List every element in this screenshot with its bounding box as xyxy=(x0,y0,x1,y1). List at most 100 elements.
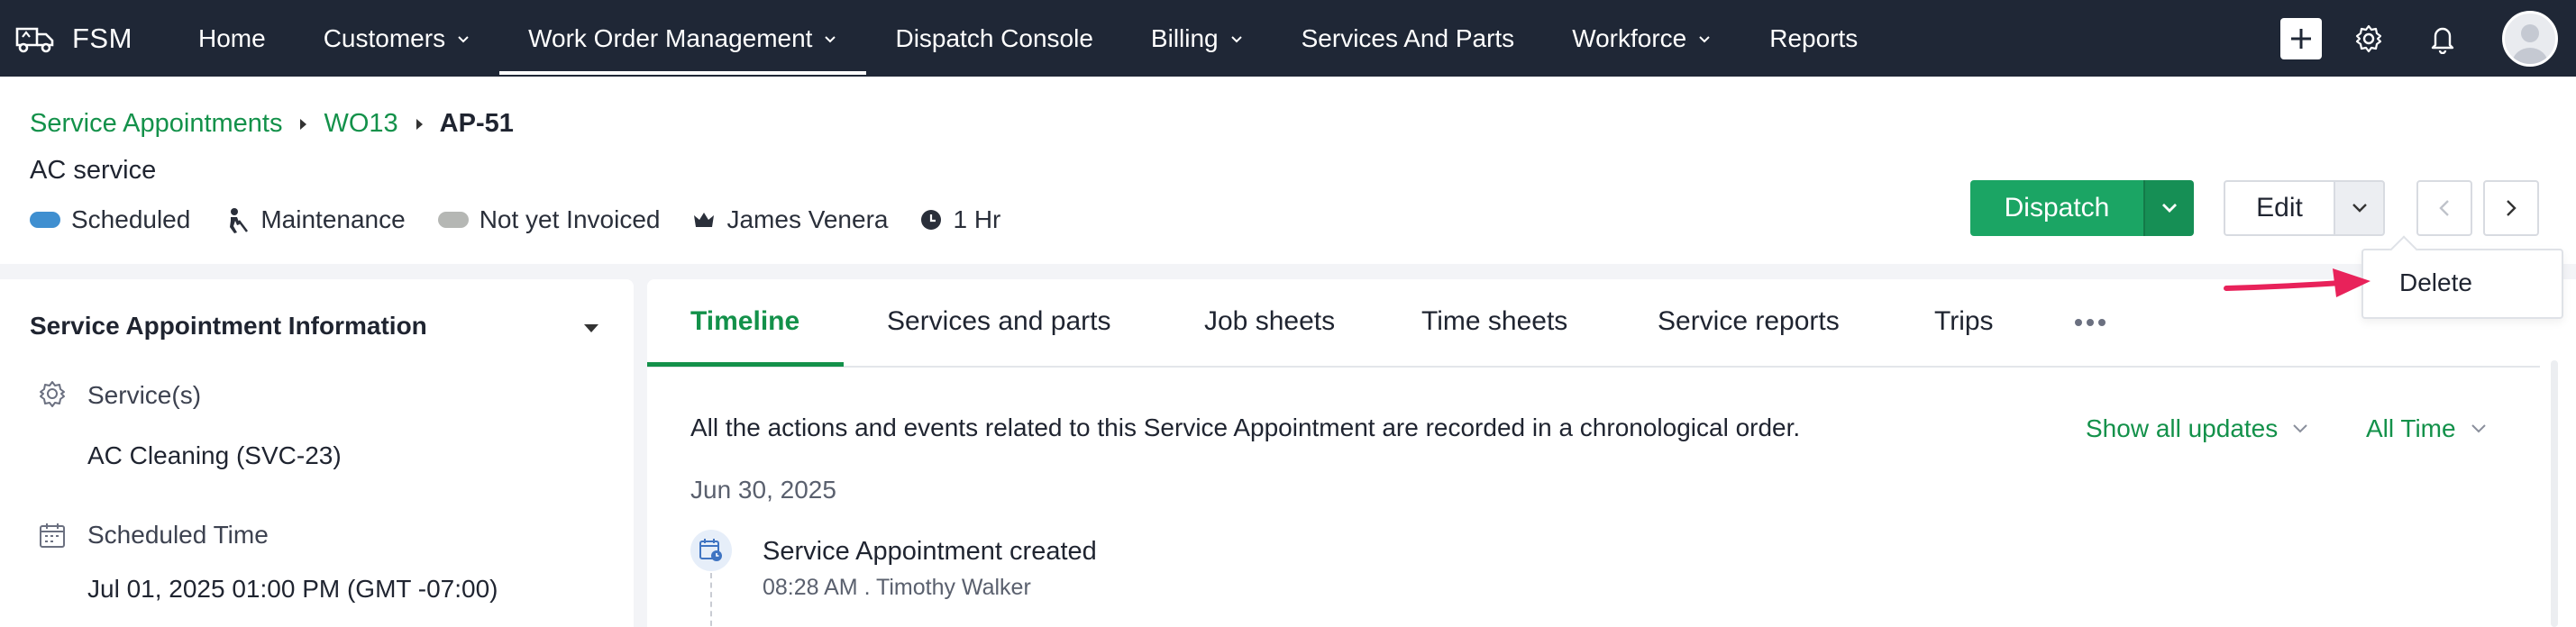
more-tabs-icon[interactable] xyxy=(2075,319,2106,326)
bell-icon xyxy=(2431,27,2454,54)
service-appointment-info-panel: Service Appointment Information Service(… xyxy=(0,279,634,627)
status-label: Scheduled xyxy=(71,205,191,233)
chevron-down-icon xyxy=(2471,424,2486,433)
scheduled-time-field-label: Scheduled Time xyxy=(87,521,269,549)
calendar-icon xyxy=(40,523,65,548)
collapse-caret-icon[interactable] xyxy=(584,324,598,332)
updates-filter-dropdown[interactable]: Show all updates xyxy=(2086,414,2308,443)
chevron-left-icon xyxy=(2439,200,2449,216)
breadcrumb-current: AP-51 xyxy=(439,109,514,138)
record-detail-panel: Timeline Services and parts Job sheets T… xyxy=(647,279,2576,627)
chevron-down-icon xyxy=(458,35,469,42)
crown-icon xyxy=(694,213,715,227)
time-filter-dropdown[interactable]: All Time xyxy=(2366,414,2487,443)
settings-button[interactable] xyxy=(2352,23,2385,55)
chevron-down-icon xyxy=(2293,424,2307,433)
nav-item-label: Home xyxy=(198,23,266,52)
dispatch-split-button: Dispatch xyxy=(1970,180,2194,236)
invoice-status-label: Not yet Invoiced xyxy=(479,205,661,233)
tab-services-and-parts[interactable]: Services and parts xyxy=(887,306,1110,337)
chevron-down-icon xyxy=(1230,35,1242,42)
type-badge: Maintenance xyxy=(223,205,406,234)
quick-create-button[interactable] xyxy=(2280,17,2322,59)
nav-item-workforce[interactable]: Workforce xyxy=(1572,0,1712,77)
worker-icon xyxy=(230,208,249,233)
notifications-button[interactable] xyxy=(2426,23,2459,55)
clock-icon xyxy=(921,210,942,230)
nav-item-label: Reports xyxy=(1769,23,1859,52)
chevron-down-icon xyxy=(2162,204,2177,213)
edit-button[interactable]: Edit xyxy=(2224,180,2334,236)
annotation-arrow-icon xyxy=(2224,268,2370,297)
type-label: Maintenance xyxy=(260,205,406,233)
tab-service-reports[interactable]: Service reports xyxy=(1658,306,1840,337)
nav-actions xyxy=(2280,0,2576,77)
updates-filter-label: Show all updates xyxy=(2086,414,2279,442)
nav-item-customers[interactable]: Customers xyxy=(324,0,470,77)
gear-icon xyxy=(2355,24,2382,52)
edit-split-button: Edit xyxy=(2224,180,2385,236)
top-nav-bar: FSM Home Customers Work Order Management… xyxy=(0,0,2576,77)
truck-icon xyxy=(15,27,54,52)
breadcrumb-service-appointments[interactable]: Service Appointments xyxy=(30,109,282,139)
previous-record-button[interactable] xyxy=(2416,180,2472,236)
record-subtitle: AC service xyxy=(30,156,157,185)
breadcrumb: Service Appointments WO13 AP-51 xyxy=(30,109,514,139)
nav-item-dispatch-console[interactable]: Dispatch Console xyxy=(895,0,1092,77)
record-header: Service Appointments WO13 AP-51 AC servi… xyxy=(0,77,2576,264)
nav-item-label: Billing xyxy=(1150,23,1219,52)
timeline-date: Jun 30, 2025 xyxy=(690,476,836,504)
duration-label: 1 Hr xyxy=(953,205,1001,233)
app-logo[interactable]: FSM xyxy=(14,0,132,77)
nav-item-services-and-parts[interactable]: Services And Parts xyxy=(1302,0,1515,77)
owner-badge: James Venera xyxy=(692,205,888,234)
time-filter-label: All Time xyxy=(2366,414,2456,442)
timeline-event-icon xyxy=(690,530,732,571)
tab-job-sheets[interactable]: Job sheets xyxy=(1204,306,1335,337)
user-icon xyxy=(2512,23,2548,64)
tab-timeline[interactable]: Timeline xyxy=(690,306,799,337)
duration-badge: 1 Hr xyxy=(920,205,1000,234)
chevron-down-icon xyxy=(1699,35,1710,42)
app-name: FSM xyxy=(72,22,132,54)
caret-right-icon xyxy=(300,118,307,130)
nav-item-label: Customers xyxy=(323,23,446,52)
timeline-description: All the actions and events related to th… xyxy=(690,413,1801,441)
tab-time-sheets[interactable]: Time sheets xyxy=(1421,306,1567,337)
panel-title: Service Appointment Information xyxy=(30,312,427,340)
status-badge: Scheduled xyxy=(30,205,190,234)
timeline-event-title: Service Appointment created xyxy=(763,537,1097,566)
user-avatar[interactable] xyxy=(2502,10,2558,67)
owner-label: James Venera xyxy=(726,205,889,233)
nav-item-home[interactable]: Home xyxy=(198,0,266,77)
menu-item-delete[interactable]: Delete xyxy=(2399,268,2472,297)
active-tab-indicator xyxy=(647,362,844,367)
scrollbar[interactable] xyxy=(2551,360,2558,627)
chevron-right-icon xyxy=(2507,200,2517,216)
breadcrumb-work-order[interactable]: WO13 xyxy=(324,109,397,139)
dispatch-button[interactable]: Dispatch xyxy=(1970,180,2143,236)
invoice-status-badge: Not yet Invoiced xyxy=(437,205,661,234)
services-field-value: AC Cleaning (SVC-23) xyxy=(87,441,342,469)
timeline-connector xyxy=(710,573,712,627)
main-menu: Home Customers Work Order Management Dis… xyxy=(171,0,1858,77)
record-meta: Scheduled Maintenance Not yet Invoiced J… xyxy=(30,205,1033,234)
gear-icon xyxy=(40,381,65,407)
dispatch-dropdown-button[interactable] xyxy=(2143,180,2194,236)
nav-item-work-order-management[interactable]: Work Order Management xyxy=(499,0,867,77)
plus-icon xyxy=(2291,28,2311,49)
nav-item-reports[interactable]: Reports xyxy=(1769,0,1858,77)
status-pill-icon xyxy=(437,212,469,228)
nav-item-label: Services And Parts xyxy=(1301,23,1515,52)
next-record-button[interactable] xyxy=(2483,180,2539,236)
more-actions-dropdown-button[interactable] xyxy=(2334,180,2385,236)
tab-trips[interactable]: Trips xyxy=(1934,306,1994,337)
calendar-clock-icon xyxy=(699,539,722,561)
nav-item-label: Dispatch Console xyxy=(895,23,1093,52)
chevron-down-icon xyxy=(825,35,836,42)
scheduled-time-field-value: Jul 01, 2025 01:00 PM (GMT -07:00) xyxy=(87,575,498,603)
chevron-down-icon xyxy=(2352,204,2367,213)
status-pill-icon xyxy=(30,212,60,228)
nav-item-billing[interactable]: Billing xyxy=(1151,0,1244,77)
nav-item-label: Workforce xyxy=(1572,23,1687,52)
